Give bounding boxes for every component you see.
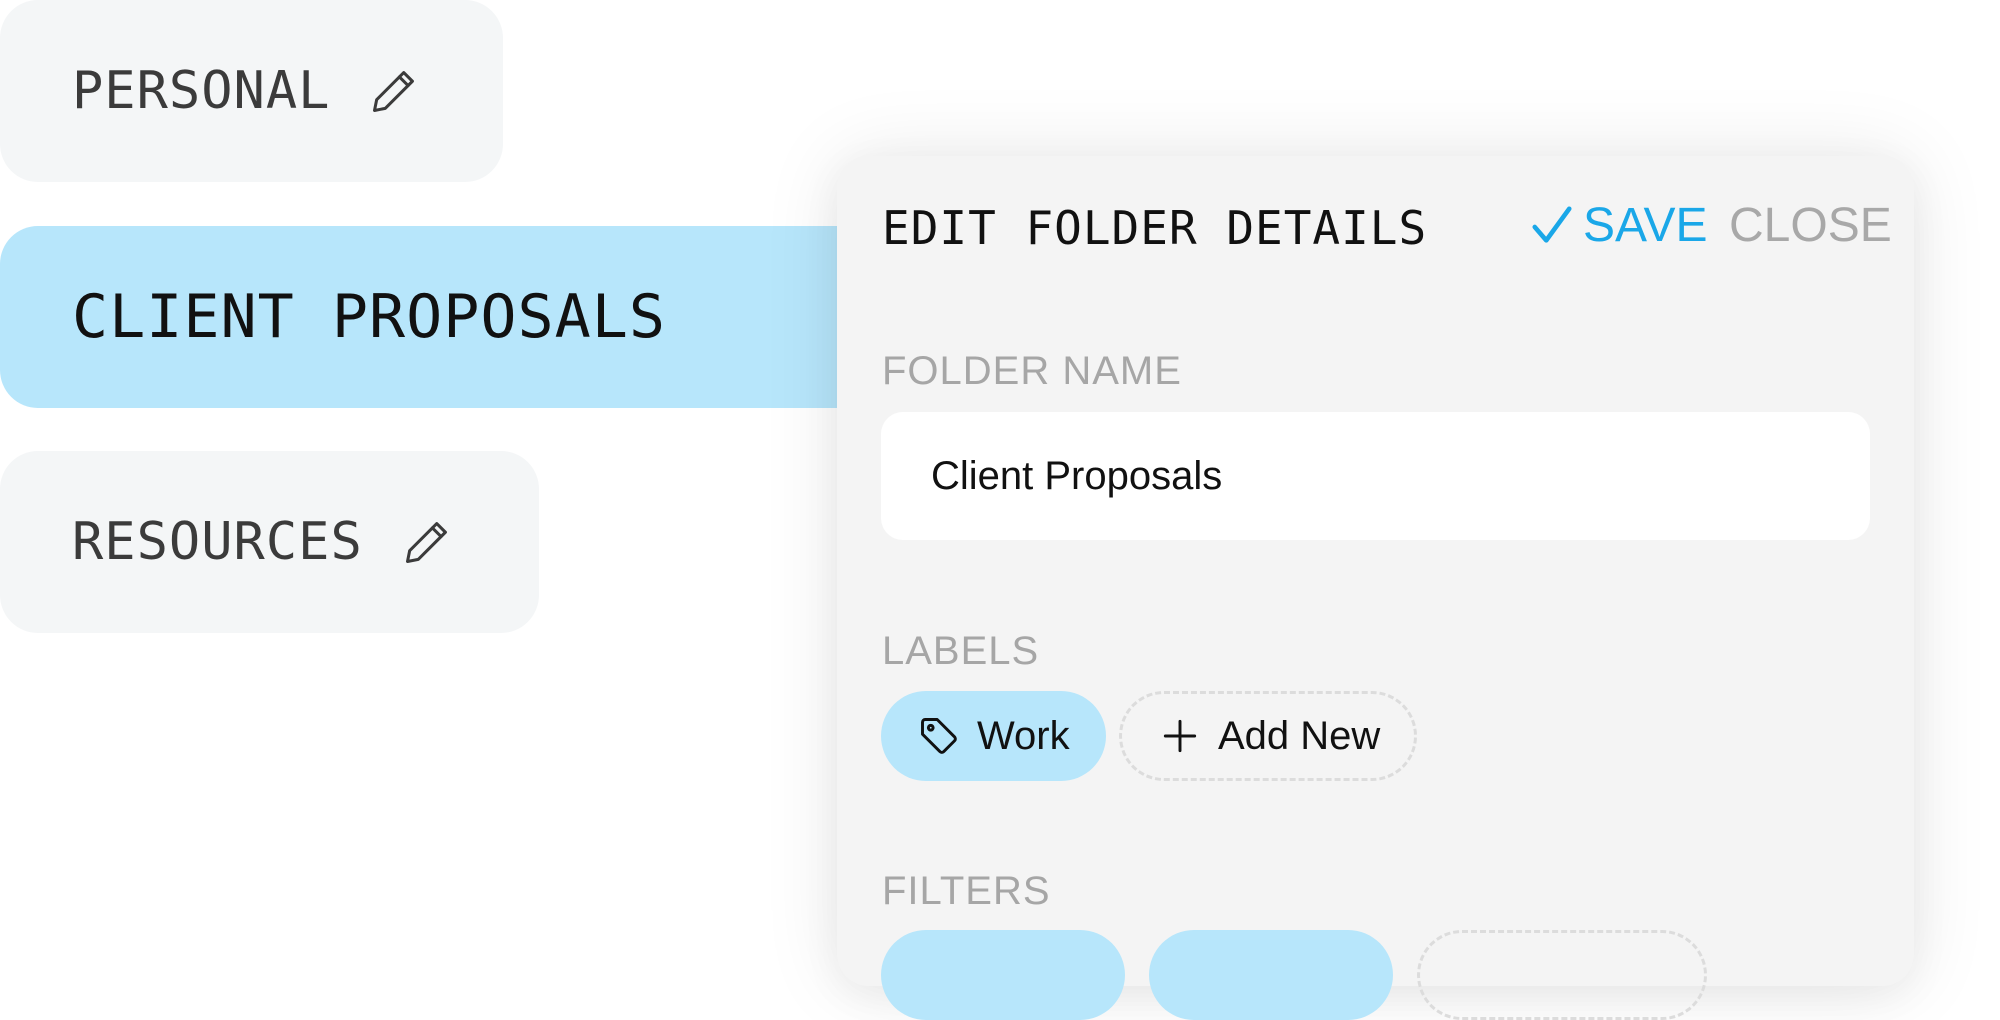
save-button[interactable]: SAVE	[1529, 198, 1708, 253]
plus-icon	[1158, 714, 1202, 758]
save-label: SAVE	[1583, 199, 1708, 252]
add-new-text: Add New	[1218, 713, 1381, 758]
folder-name-input[interactable]	[881, 412, 1870, 540]
label-chip-text: Work	[977, 713, 1070, 758]
folder-label: PERSONAL	[72, 61, 331, 121]
filter-chip[interactable]	[881, 930, 1125, 1020]
pencil-icon[interactable]	[368, 65, 420, 117]
edit-folder-panel: EDIT FOLDER DETAILS SAVE CLOSE FOLDER NA…	[837, 156, 1914, 1020]
folder-name-label: FOLDER NAME	[882, 349, 1182, 393]
check-icon	[1529, 203, 1575, 249]
filter-chip[interactable]	[1149, 930, 1393, 1020]
folder-label: RESOURCES	[72, 512, 363, 572]
panel-title: EDIT FOLDER DETAILS	[882, 201, 1428, 255]
filters-label: FILTERS	[882, 869, 1051, 913]
close-button[interactable]: CLOSE	[1729, 198, 1892, 253]
pencil-icon[interactable]	[401, 516, 453, 568]
folder-item-personal[interactable]: PERSONAL	[0, 0, 503, 182]
folder-label: CLIENT PROPOSALS	[72, 282, 666, 352]
label-chip-work[interactable]: Work	[881, 691, 1106, 781]
folder-item-resources[interactable]: RESOURCES	[0, 451, 539, 633]
add-new-label-button[interactable]: Add New	[1119, 691, 1417, 781]
labels-label: LABELS	[882, 629, 1040, 673]
add-new-filter-button[interactable]	[1417, 930, 1707, 1020]
tag-icon	[917, 714, 961, 758]
